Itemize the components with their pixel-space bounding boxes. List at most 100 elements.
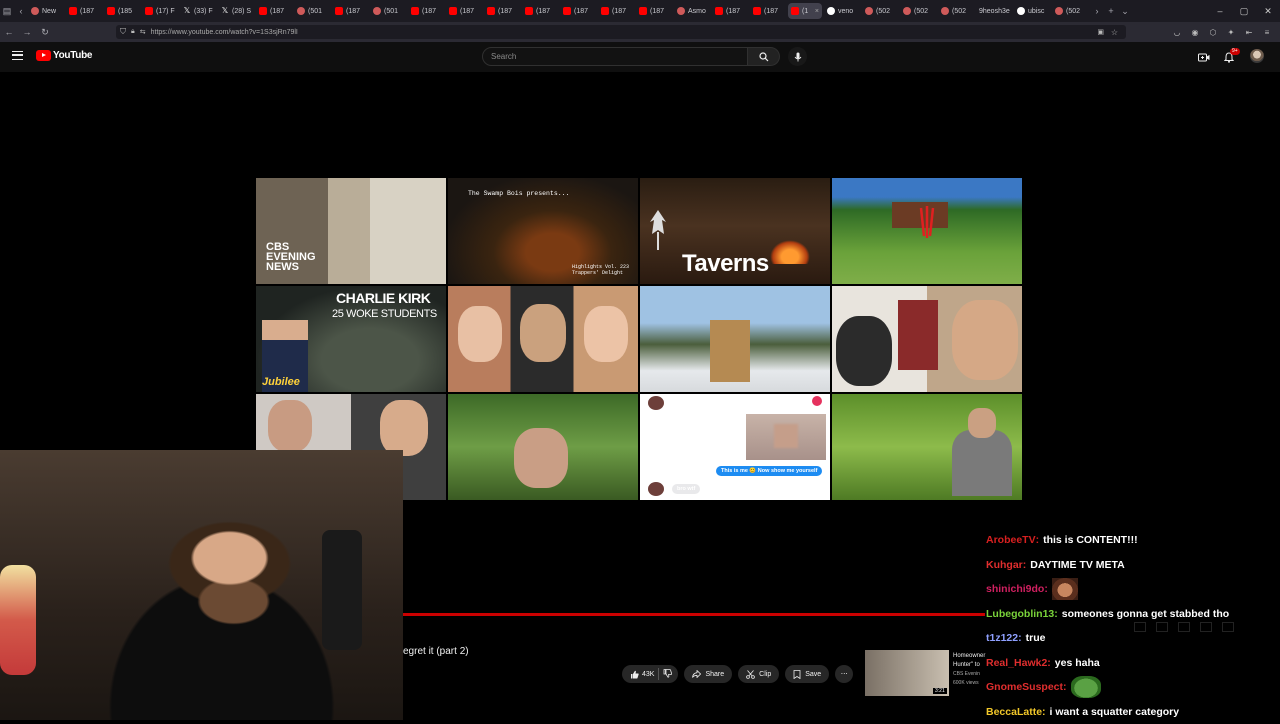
browser-tab[interactable]: Asmo bbox=[674, 3, 710, 19]
browser-tab[interactable]: 𝕏(33) F bbox=[180, 3, 216, 19]
end-screen-video-7[interactable] bbox=[640, 286, 830, 392]
end-screen-video-1[interactable]: CBS EVENING NEWS bbox=[256, 178, 446, 284]
dislike-button[interactable] bbox=[663, 669, 672, 680]
chat-username[interactable]: GnomeSuspect bbox=[986, 681, 1063, 693]
tab-list-icon[interactable]: ▤ bbox=[0, 0, 14, 22]
chat-username[interactable]: Kuhgar bbox=[986, 559, 1023, 571]
save-label: Save bbox=[805, 671, 821, 678]
end-screen-video-8[interactable] bbox=[832, 286, 1022, 392]
browser-tab[interactable]: (502 bbox=[862, 3, 898, 19]
hamburger-menu-icon[interactable] bbox=[12, 51, 23, 60]
back-button[interactable]: ← bbox=[0, 22, 18, 42]
reload-button[interactable]: ↻ bbox=[36, 22, 54, 42]
end-screen-video-6[interactable] bbox=[448, 286, 638, 392]
chat-username[interactable]: t1z122 bbox=[986, 632, 1018, 644]
extension-icon[interactable]: ⬡ bbox=[1206, 28, 1220, 37]
browser-tab[interactable]: (501 bbox=[370, 3, 406, 19]
skyrim-dragon-logo-icon bbox=[646, 208, 670, 252]
chat-username[interactable]: Lubegoblin13 bbox=[986, 608, 1054, 620]
browser-tab[interactable]: 9heosh3e bbox=[976, 3, 1012, 19]
minimize-button[interactable]: – bbox=[1208, 0, 1232, 22]
scroll-tabs-left-icon[interactable]: ‹ bbox=[14, 0, 28, 22]
browser-tab[interactable]: (187 bbox=[560, 3, 596, 19]
close-window-button[interactable]: ✕ bbox=[1256, 0, 1280, 22]
search-input[interactable] bbox=[482, 47, 748, 66]
browser-tab[interactable]: (185 bbox=[104, 3, 140, 19]
url-bar[interactable]: ⛉ 🔒︎ ⇆ https://www.youtube.com/watch?v=1… bbox=[116, 25, 1126, 39]
thumb-face-shape bbox=[584, 306, 628, 362]
browser-tab[interactable]: (187 bbox=[484, 3, 520, 19]
chat-message: Kuhgar:DAYTIME TV META bbox=[986, 553, 1280, 578]
voice-search-button[interactable] bbox=[788, 47, 807, 66]
browser-tab[interactable]: (187 bbox=[66, 3, 102, 19]
maximize-button[interactable]: ▢ bbox=[1232, 0, 1256, 22]
lock-icon[interactable]: 🔒︎ bbox=[131, 28, 135, 36]
video-actions: 43K Share Clip Save ⋯ bbox=[622, 665, 853, 683]
account-avatar[interactable] bbox=[1250, 49, 1264, 63]
browser-tab[interactable]: (187 bbox=[750, 3, 786, 19]
browser-tab[interactable]: (187 bbox=[256, 3, 292, 19]
end-screen-video-11[interactable]: Marley This is me 😊 Now show me yourself… bbox=[640, 394, 830, 500]
permissions-icon[interactable]: ⇆ bbox=[140, 28, 146, 36]
thumbs-up-icon bbox=[630, 670, 639, 679]
browser-tab[interactable]: New bbox=[28, 3, 64, 19]
browser-tab[interactable]: (1 × bbox=[788, 3, 822, 19]
end-screen-video-3[interactable]: Taverns bbox=[640, 178, 830, 284]
save-button[interactable]: Save bbox=[785, 665, 829, 683]
end-screen-video-12[interactable] bbox=[832, 394, 1022, 500]
more-actions-button[interactable]: ⋯ bbox=[835, 665, 853, 683]
browser-tab[interactable]: (17) F bbox=[142, 3, 178, 19]
chat-username[interactable]: Real_Hawk2 bbox=[986, 657, 1047, 669]
bookmark-star-icon[interactable]: ☆ bbox=[1111, 28, 1118, 37]
shield-icon[interactable]: ⛉ bbox=[120, 27, 126, 37]
youtube-logo[interactable]: YouTube bbox=[36, 50, 92, 61]
thumb-caption: Taverns bbox=[682, 250, 769, 278]
browser-tab[interactable]: ubisc bbox=[1014, 3, 1050, 19]
browser-tab[interactable]: (187 bbox=[598, 3, 634, 19]
chat-username[interactable]: BeccaLatte bbox=[986, 706, 1042, 718]
browser-tab[interactable]: (187 bbox=[332, 3, 368, 19]
reader-view-icon[interactable]: ▣ bbox=[1097, 28, 1104, 36]
video-progress-bar[interactable] bbox=[403, 613, 985, 616]
scroll-tabs-right-icon[interactable]: › bbox=[1090, 0, 1104, 22]
share-icon bbox=[692, 670, 701, 678]
end-screen-video-4[interactable] bbox=[832, 178, 1022, 284]
browser-tab[interactable]: (502 bbox=[938, 3, 974, 19]
browser-tab[interactable]: (187 bbox=[522, 3, 558, 19]
clip-button[interactable]: Clip bbox=[738, 665, 779, 683]
end-screen-video-5[interactable]: CHARLIE KIRK 25 WOKE STUDENTS Jubilee bbox=[256, 286, 446, 392]
tab-overflow-chevron-icon[interactable]: ⌄ bbox=[1118, 0, 1132, 22]
youtube-favicon-icon bbox=[145, 7, 153, 15]
pocket-icon[interactable]: ◡ bbox=[1170, 28, 1184, 37]
browser-tab-label: (187 bbox=[650, 8, 664, 15]
like-divider bbox=[658, 668, 659, 680]
end-screen-video-2[interactable]: The Swamp Bois presents... Highlights Vo… bbox=[448, 178, 638, 284]
close-tab-icon[interactable]: × bbox=[815, 8, 819, 15]
twitch-favicon-icon bbox=[373, 7, 381, 15]
browser-tab[interactable]: (187 bbox=[408, 3, 444, 19]
browser-tab[interactable]: (187 bbox=[636, 3, 672, 19]
browser-tab[interactable]: (187 bbox=[446, 3, 482, 19]
create-video-button[interactable] bbox=[1197, 50, 1211, 64]
like-count: 43K bbox=[642, 671, 654, 678]
browser-tab[interactable]: (187 bbox=[712, 3, 748, 19]
browser-tab[interactable]: (502 bbox=[1052, 3, 1088, 19]
new-tab-button[interactable]: + bbox=[1104, 0, 1118, 22]
chat-username[interactable]: shinichi9do bbox=[986, 583, 1044, 595]
browser-tab[interactable]: veno bbox=[824, 3, 860, 19]
browser-tab[interactable]: (502 bbox=[900, 3, 936, 19]
end-screen-video-10[interactable] bbox=[448, 394, 638, 500]
share-icon[interactable]: ⇤ bbox=[1242, 28, 1256, 37]
forward-button[interactable]: → bbox=[18, 22, 36, 42]
account-icon[interactable]: ◉ bbox=[1188, 28, 1202, 37]
share-button[interactable]: Share bbox=[684, 665, 732, 683]
menu-icon[interactable]: ≡ bbox=[1260, 28, 1274, 37]
search-button[interactable] bbox=[748, 47, 780, 66]
like-button[interactable]: 43K bbox=[630, 670, 654, 679]
browser-tab[interactable]: (501 bbox=[294, 3, 330, 19]
chat-username[interactable]: ArobeeTV bbox=[986, 534, 1036, 546]
url-text[interactable]: https://www.youtube.com/watch?v=1S3sjRn7… bbox=[151, 29, 298, 36]
extensions-puzzle-icon[interactable]: ✦ bbox=[1224, 28, 1238, 37]
browser-tab[interactable]: 𝕏(28) S bbox=[218, 3, 254, 19]
browser-tab-label: (1 bbox=[802, 8, 808, 15]
